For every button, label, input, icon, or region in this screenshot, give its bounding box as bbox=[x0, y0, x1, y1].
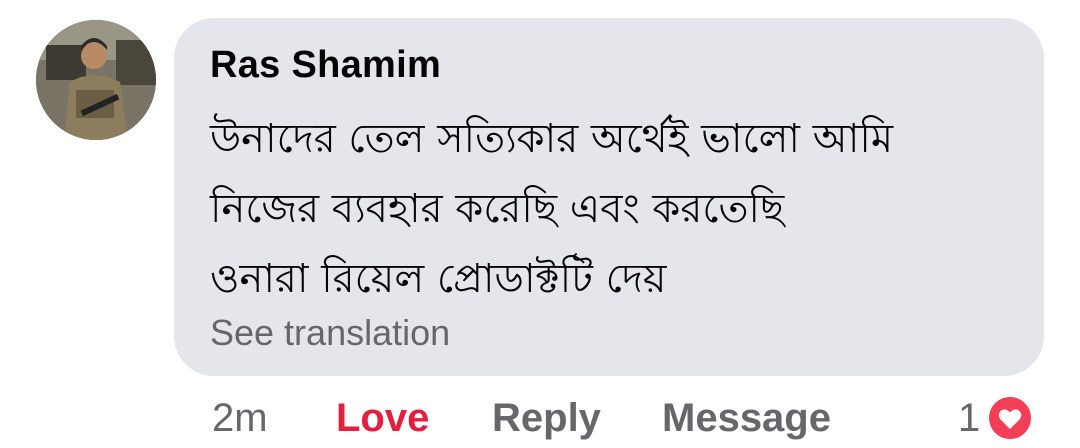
avatar[interactable] bbox=[36, 20, 156, 140]
see-translation-link[interactable]: See translation bbox=[210, 312, 450, 354]
comment-bubble: Ras Shamim উনাদের তেল সত্যিকার অর্থেই ভা… bbox=[174, 18, 1044, 376]
reply-button[interactable]: Reply bbox=[492, 396, 601, 441]
heart-icon-glyph bbox=[998, 409, 1022, 429]
message-button[interactable]: Message bbox=[662, 396, 831, 441]
heart-icon[interactable] bbox=[986, 394, 1034, 442]
comment-author[interactable]: Ras Shamim bbox=[210, 44, 441, 87]
comment-timestamp: 2m bbox=[212, 396, 268, 440]
comment-text-line: উনাদের তেল সত্যিকার অর্থেই ভালো আমি bbox=[210, 116, 894, 162]
love-button[interactable]: Love bbox=[336, 396, 429, 441]
comment-text-line: নিজের ব্যবহার করেছি এবং করতেছি bbox=[210, 186, 785, 232]
avatar-image bbox=[36, 20, 156, 140]
comment-text: উনাদের তেল সত্যিকার অর্থেই ভালো আমি নিজে… bbox=[210, 104, 1030, 314]
comment-text-line: ওনারা রিয়েল প্রোডাক্টটি দেয় bbox=[210, 256, 667, 302]
reaction-count[interactable]: 1 bbox=[958, 396, 980, 441]
